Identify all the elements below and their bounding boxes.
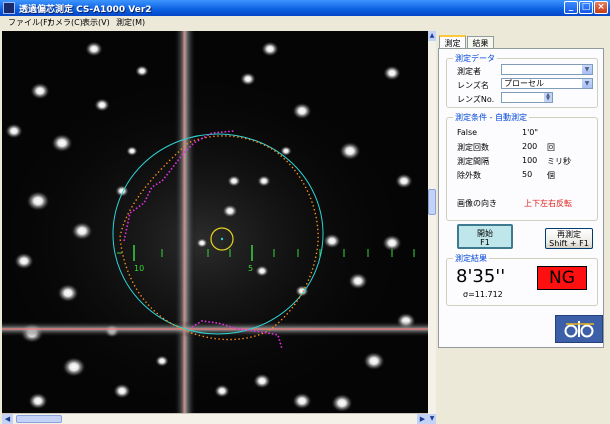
image-spot xyxy=(155,355,169,367)
image-spot xyxy=(28,392,48,410)
arrow-up-icon[interactable]: ▲ xyxy=(428,31,436,41)
scale-label-5: 5 xyxy=(248,264,253,273)
result-value: 8'35'' xyxy=(456,266,506,287)
lens-name-label: レンズ名 xyxy=(457,81,489,90)
menu-bar: ファイル(F) カメラ(C) 表示(V) 測定(M) xyxy=(0,16,610,29)
company-logo-icon xyxy=(555,315,603,343)
remeasure-button[interactable]: 再測定 Shift + F1 xyxy=(545,228,593,249)
condition-unit-4: 個 xyxy=(547,171,555,180)
image-spot xyxy=(57,283,79,303)
image-spot xyxy=(196,237,208,249)
image-spot xyxy=(227,175,241,187)
camera-image-panel[interactable]: 10 5 xyxy=(2,31,428,413)
image-spot xyxy=(135,65,149,77)
image-spot xyxy=(292,102,312,120)
scale-label-10: 10 xyxy=(134,264,144,273)
condition-label-1: False xyxy=(457,128,478,137)
condition-unit-3: ミリ秒 xyxy=(547,157,571,166)
app-icon xyxy=(3,2,15,14)
menu-measure[interactable]: 測定(M) xyxy=(116,17,145,28)
image-spot xyxy=(126,145,138,157)
horizontal-scrollbar[interactable]: ◀ ▶ xyxy=(2,413,428,424)
image-spot xyxy=(85,41,103,57)
orientation-label: 画像の向き xyxy=(457,199,497,208)
start-button[interactable]: 開始 F1 xyxy=(457,224,513,249)
image-spot xyxy=(113,383,131,399)
image-spot xyxy=(62,356,86,378)
chevron-down-icon[interactable]: ▼ xyxy=(582,65,592,74)
lens-name-select[interactable]: プローセル ▼ xyxy=(501,78,593,89)
result-sigma: σ=11.712 xyxy=(463,290,503,299)
condition-unit-2: 回 xyxy=(547,143,555,152)
lens-no-label: レンズNo. xyxy=(457,95,495,104)
camera-image: 10 5 xyxy=(2,31,428,413)
conditions-title: 測定条件 - 自動測定 xyxy=(453,112,529,123)
orientation-value: 上下左右反転 xyxy=(524,199,572,208)
tab-measure[interactable]: 測定 xyxy=(439,35,466,49)
menu-camera[interactable]: カメラ(C) xyxy=(47,17,83,28)
image-spot xyxy=(26,190,50,212)
image-spot xyxy=(383,65,401,81)
image-spot xyxy=(253,373,271,389)
arrow-down-icon[interactable]: ▼ xyxy=(428,414,436,424)
image-spot xyxy=(240,72,256,86)
start-button-key: F1 xyxy=(480,238,490,247)
vertical-scrollbar[interactable]: ▲ ▼ xyxy=(428,31,436,424)
measurement-data-title: 測定データ xyxy=(453,53,497,64)
condition-value-1: 1'0" xyxy=(522,128,539,137)
horizontal-scroll-thumb[interactable] xyxy=(16,415,62,423)
result-title: 測定結果 xyxy=(453,253,489,264)
image-spot xyxy=(214,384,230,398)
image-spot xyxy=(348,272,368,290)
image-spot xyxy=(255,265,269,277)
condition-label-3: 測定間隔 xyxy=(457,157,489,166)
tab-result[interactable]: 結果 xyxy=(467,36,494,48)
vertical-scroll-thumb[interactable] xyxy=(428,189,436,215)
spinner-icon[interactable]: ▲ ▼ xyxy=(544,93,552,102)
image-spot xyxy=(5,123,23,139)
image-spot xyxy=(94,98,110,112)
image-spot xyxy=(257,175,271,187)
image-spot xyxy=(51,133,73,153)
image-spot xyxy=(331,393,353,413)
window-title: 透過偏芯測定 CS-A1000 Ver2 xyxy=(19,5,152,15)
image-spot xyxy=(323,233,341,249)
image-spot xyxy=(292,392,312,410)
ng-status-badge: NG xyxy=(537,266,587,290)
image-spot xyxy=(363,351,385,371)
image-spot xyxy=(222,204,238,218)
condition-value-3: 100 xyxy=(522,156,538,165)
title-bar[interactable]: 透過偏芯測定 CS-A1000 Ver2 _ □ × xyxy=(0,0,610,16)
maximize-button[interactable]: □ xyxy=(579,1,593,14)
image-spot xyxy=(71,221,93,241)
operator-label: 測定者 xyxy=(457,67,481,76)
condition-value-4: 50 xyxy=(522,170,533,179)
lens-name-value: プローセル xyxy=(504,79,544,88)
lens-no-field[interactable]: ▲ ▼ xyxy=(501,92,553,103)
image-spot xyxy=(115,185,129,197)
image-spot xyxy=(395,173,413,189)
start-button-label: 開始 xyxy=(477,229,493,238)
remeasure-button-key: Shift + F1 xyxy=(549,239,589,248)
close-button[interactable]: × xyxy=(594,1,608,14)
arrow-right-icon[interactable]: ▶ xyxy=(417,414,428,424)
remeasure-button-label: 再測定 xyxy=(557,230,581,239)
image-spot xyxy=(261,41,279,57)
menu-file[interactable]: ファイル(F) xyxy=(8,17,51,28)
operator-select[interactable]: ▼ xyxy=(501,64,593,75)
image-spot xyxy=(30,82,50,100)
minimize-button[interactable]: _ xyxy=(564,1,578,14)
image-spot xyxy=(339,141,361,161)
arrow-left-icon[interactable]: ◀ xyxy=(2,414,13,424)
menu-view[interactable]: 表示(V) xyxy=(82,17,110,28)
image-spot xyxy=(382,234,402,252)
center-point xyxy=(220,237,224,241)
condition-label-2: 測定回数 xyxy=(457,143,489,152)
image-spot xyxy=(14,252,34,270)
chevron-down-icon[interactable]: ▼ xyxy=(582,79,592,88)
condition-value-2: 200 xyxy=(522,142,538,151)
condition-label-4: 除外数 xyxy=(457,171,481,180)
